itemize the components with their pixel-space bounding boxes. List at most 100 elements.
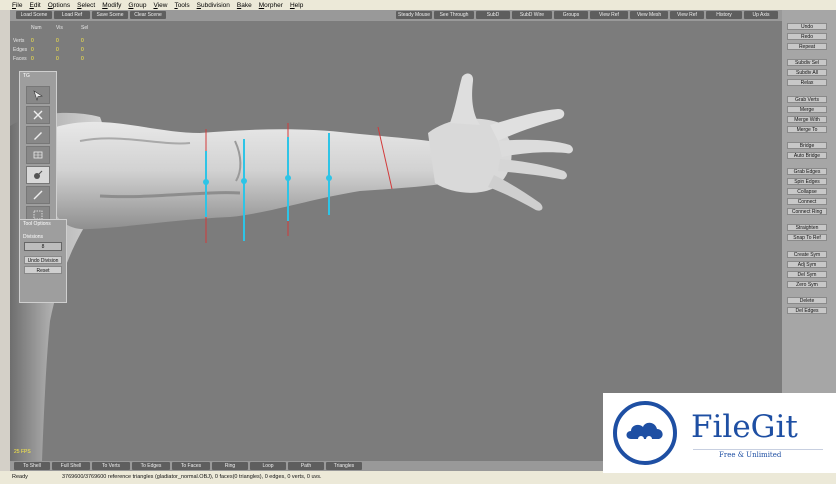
menu-morpher[interactable]: Morpher: [259, 2, 283, 9]
stats-header-vis: Vis: [56, 24, 63, 31]
filegit-watermark: FileGit Free & Unlimited: [603, 393, 836, 473]
loop-button[interactable]: Loop: [250, 462, 286, 470]
path-button[interactable]: Path: [288, 462, 324, 470]
connect-button[interactable]: Connect: [787, 198, 827, 205]
menu-select[interactable]: Select: [77, 2, 95, 9]
menu-modify[interactable]: Modify: [102, 2, 121, 9]
arrow-cursor-icon: [33, 90, 43, 101]
stats-header-sel: Sel: [81, 24, 89, 31]
to-faces-button[interactable]: To Faces: [172, 462, 210, 470]
status-info: 3769600/3769600 reference triangles (gla…: [62, 474, 322, 480]
menu-edit[interactable]: Edit: [30, 2, 41, 9]
pencil-icon: [34, 132, 42, 140]
collapse-button[interactable]: Collapse: [787, 188, 827, 195]
relax-button[interactable]: Relax: [787, 79, 827, 86]
menu-bake[interactable]: Bake: [237, 2, 252, 9]
straighten-button[interactable]: Straighten: [787, 224, 827, 231]
ring-button[interactable]: Ring: [212, 462, 248, 470]
subdiv-all-button[interactable]: Subdiv All: [787, 69, 827, 76]
top-toolbar: Load Scene Load Ref Save Scene Clear Sce…: [10, 10, 782, 21]
auto-bridge-button[interactable]: Auto Bridge: [787, 152, 827, 159]
view-ref-button[interactable]: View Ref: [590, 11, 628, 19]
menu-options[interactable]: Options: [48, 2, 70, 9]
del-edges-button[interactable]: Del Edges: [787, 307, 827, 314]
adj-sym-button[interactable]: Adj Sym: [787, 261, 827, 268]
menu-tools[interactable]: Tools: [174, 2, 189, 9]
view-ref-2-button[interactable]: View Ref: [670, 11, 704, 19]
grab-edges-button[interactable]: Grab Edges: [787, 168, 827, 175]
grid-tool-button[interactable]: [26, 146, 50, 164]
merge-button[interactable]: Merge: [787, 106, 827, 113]
full-shell-button[interactable]: Full Shell: [52, 462, 90, 470]
knife-tool-button[interactable]: [26, 186, 50, 204]
del-sym-button[interactable]: Del Sym: [787, 271, 827, 278]
steady-mouse-button[interactable]: Steady Mouse: [396, 11, 432, 19]
groups-button[interactable]: Groups: [554, 11, 588, 19]
watermark-divider: [693, 449, 823, 450]
cross-cut-icon: [33, 110, 43, 120]
reset-button[interactable]: Reset: [24, 266, 62, 274]
select-tool-button[interactable]: [26, 86, 50, 104]
filegit-logo-circle: [613, 401, 677, 465]
knife-icon: [33, 190, 43, 200]
fps-counter: 25 FPS: [14, 449, 31, 455]
cut-tool-button[interactable]: [26, 106, 50, 124]
delete-button[interactable]: Delete: [787, 297, 827, 304]
menu-group[interactable]: Group: [128, 2, 146, 9]
redo-button[interactable]: Redo: [787, 33, 827, 40]
grid-icon: [33, 151, 43, 159]
menu-file[interactable]: File: [12, 2, 23, 9]
menu-help[interactable]: Help: [290, 2, 303, 9]
triangles-button[interactable]: Triangles: [326, 462, 362, 470]
stats-value: 0: [81, 55, 84, 62]
grab-verts-button[interactable]: Grab Verts: [787, 96, 827, 103]
subdiv-sel-button[interactable]: Subdiv Sel: [787, 59, 827, 66]
filegit-title: FileGit: [691, 409, 798, 445]
divisions-input[interactable]: 8: [24, 242, 62, 251]
zero-sym-button[interactable]: Zero Sym: [787, 281, 827, 288]
clear-scene-button[interactable]: Clear Scene: [130, 11, 166, 19]
bridge-button[interactable]: Bridge: [787, 142, 827, 149]
load-scene-button[interactable]: Load Scene: [16, 11, 52, 19]
stats-value: 0: [56, 46, 59, 53]
save-scene-button[interactable]: Save Scene: [92, 11, 128, 19]
menu-view[interactable]: View: [153, 2, 167, 9]
stats-label-verts: Verts: [13, 37, 25, 44]
tg-tool-panel: TG: [19, 71, 57, 235]
draw-tool-button[interactable]: [26, 126, 50, 144]
view-mesh-button[interactable]: View Mesh: [630, 11, 668, 19]
brush-icon: [34, 170, 43, 179]
stats-label-edges: Edges: [13, 46, 28, 53]
stats-value: 0: [81, 37, 84, 44]
snap-to-ref-button[interactable]: Snap To Ref: [787, 234, 827, 241]
tg-panel-title: TG: [23, 73, 30, 79]
to-verts-button[interactable]: To Verts: [92, 462, 130, 470]
status-ready: Ready: [12, 474, 28, 480]
stats-value: 0: [31, 46, 34, 53]
stats-header-num: Num: [31, 24, 42, 31]
to-edges-button[interactable]: To Edges: [132, 462, 170, 470]
menu-subdivision[interactable]: Subdivision: [197, 2, 230, 9]
connect-ring-button[interactable]: Connect Ring: [787, 208, 827, 215]
create-sym-button[interactable]: Create Sym: [787, 251, 827, 258]
load-ref-button[interactable]: Load Ref: [54, 11, 90, 19]
to-shell-button[interactable]: To Shell: [14, 462, 50, 470]
undo-division-button[interactable]: Undo Division: [24, 256, 62, 264]
spin-edges-button[interactable]: Spin Edges: [787, 178, 827, 185]
merge-with-button[interactable]: Merge With: [787, 116, 827, 123]
paint-tool-button[interactable]: [26, 166, 50, 184]
repeat-button[interactable]: Repeat: [787, 43, 827, 50]
subd-button[interactable]: SubD: [476, 11, 510, 19]
up-axis-button[interactable]: Up Axis: [744, 11, 778, 19]
history-button[interactable]: History: [706, 11, 742, 19]
stats-value: 0: [31, 37, 34, 44]
subd-wire-button[interactable]: SubD Wire: [512, 11, 552, 19]
see-through-button[interactable]: See Through: [434, 11, 474, 19]
stats-value: 0: [56, 55, 59, 62]
filegit-subtitle: Free & Unlimited: [719, 451, 782, 459]
undo-button[interactable]: Undo: [787, 23, 827, 30]
stats-value: 0: [81, 46, 84, 53]
cloud-download-icon: [626, 422, 663, 445]
merge-to-button[interactable]: Merge To: [787, 126, 827, 133]
stats-value: 0: [31, 55, 34, 62]
